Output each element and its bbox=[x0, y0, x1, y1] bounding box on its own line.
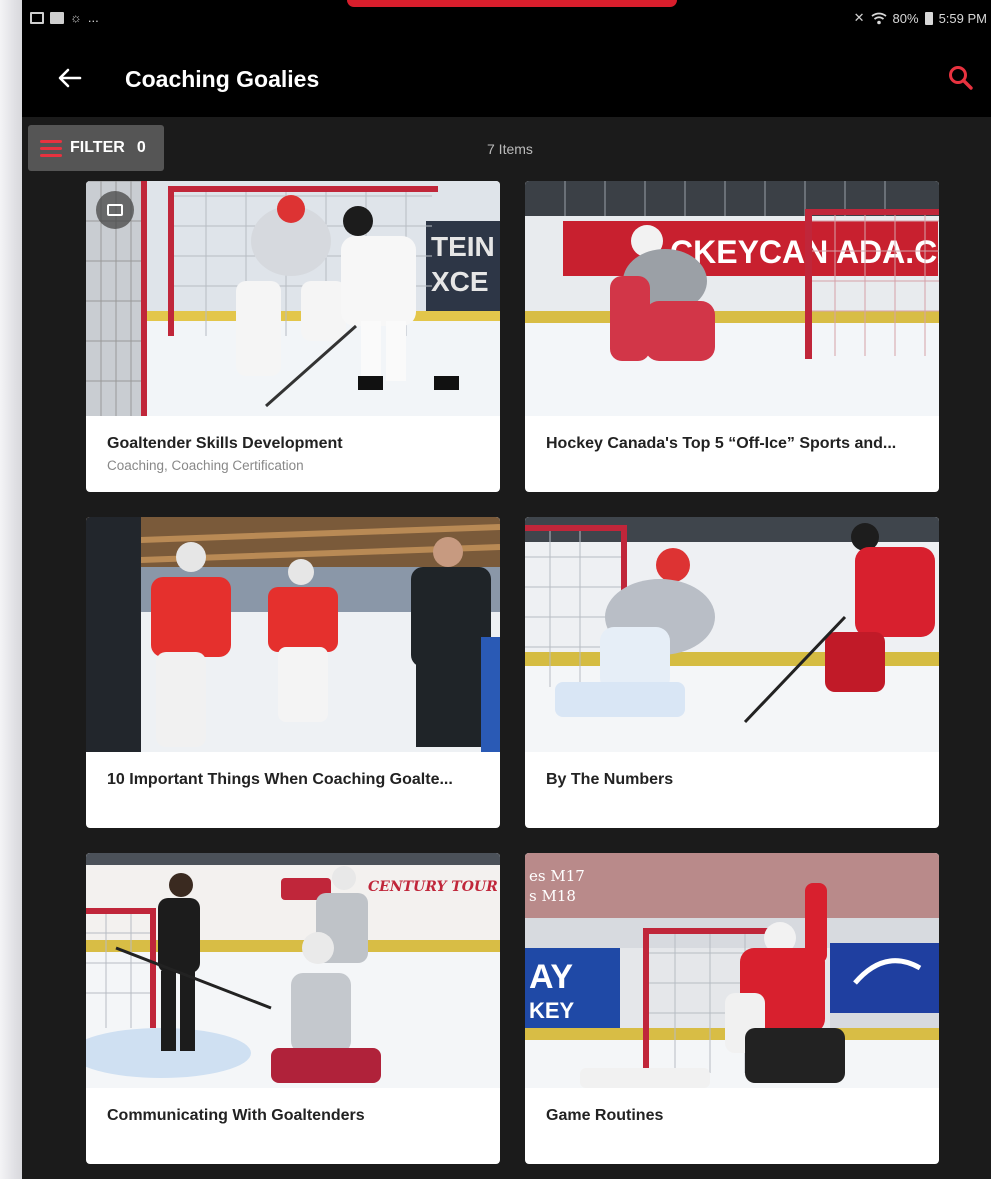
card-image: CENTURY TOUR bbox=[86, 853, 500, 1088]
status-more: ... bbox=[87, 10, 99, 25]
battery-percent: 80% bbox=[892, 10, 919, 26]
items-count: 7 Items bbox=[487, 141, 533, 157]
mute-icon: ✕ bbox=[853, 10, 865, 25]
gallery-badge-icon bbox=[96, 191, 134, 229]
filter-button[interactable]: FILTER 0 bbox=[28, 125, 164, 171]
filter-icon bbox=[40, 138, 62, 158]
content-card[interactable]: CENTURY TOUR Communicating With Goaltend… bbox=[86, 853, 500, 1164]
card-image: es M17 s M18 AY KEY bbox=[525, 853, 939, 1088]
picture-icon bbox=[50, 11, 64, 24]
status-time: 5:59 PM bbox=[938, 10, 987, 26]
status-left: ☼ ... bbox=[30, 10, 99, 25]
card-title: Goaltender Skills Development bbox=[107, 435, 343, 452]
card-image: CKEYCAN ADA.CA bbox=[525, 181, 939, 416]
card2-banner: CKEYCAN ADA.CA bbox=[670, 234, 939, 270]
card-title: Communicating With Goaltenders bbox=[107, 1107, 365, 1124]
card6-text-c: AY bbox=[529, 958, 573, 996]
content-card[interactable]: By The Numbers bbox=[525, 517, 939, 828]
device-bezel bbox=[0, 0, 22, 1179]
card-title: Game Routines bbox=[546, 1107, 664, 1124]
search-icon[interactable] bbox=[945, 62, 977, 94]
sun-icon: ☼ bbox=[70, 10, 82, 25]
status-right: ✕ 80% 5:59 PM bbox=[854, 10, 987, 26]
card6-text-b: s M18 bbox=[529, 887, 576, 905]
content-card[interactable]: es M17 s M18 AY KEY Game Routines bbox=[525, 853, 939, 1164]
card6-text-d: KEY bbox=[529, 998, 575, 1023]
app-bar: Coaching Goalies bbox=[22, 42, 991, 117]
filter-label: FILTER bbox=[70, 139, 125, 156]
page-title: Coaching Goalies bbox=[125, 66, 320, 92]
card-title: 10 Important Things When Coaching Goalte… bbox=[107, 771, 453, 788]
card-image bbox=[525, 517, 939, 752]
wifi-icon bbox=[871, 12, 887, 24]
card1-banner-b: XCE bbox=[431, 266, 489, 297]
card-image bbox=[86, 517, 500, 752]
card-title: Hockey Canada's Top 5 “Off-Ice” Sports a… bbox=[546, 435, 897, 452]
card1-banner-a: TEIN bbox=[431, 231, 495, 262]
content-card[interactable]: CKEYCAN ADA.CA Hockey Canada's Top 5 “Of… bbox=[525, 181, 939, 492]
status-bar: ☼ ... ✕ 80% 5:59 PM bbox=[22, 0, 991, 42]
card5-banner: CENTURY TOUR bbox=[368, 879, 498, 895]
filter-bar: FILTER 0 7 Items bbox=[22, 117, 991, 179]
content-area: FILTER 0 7 Items TEIN XCE Goaltender Ski… bbox=[22, 117, 991, 1179]
back-arrow-icon[interactable] bbox=[52, 60, 88, 96]
card-image: TEIN XCE bbox=[86, 181, 500, 416]
card-subtitle: Coaching, Coaching Certification bbox=[107, 458, 304, 473]
battery-icon bbox=[924, 11, 933, 25]
filter-count: 0 bbox=[136, 139, 146, 156]
content-card[interactable]: 10 Important Things When Coaching Goalte… bbox=[86, 517, 500, 828]
device-screen: ☼ ... ✕ 80% 5:59 PM Coaching Goalies FIL… bbox=[22, 0, 991, 1179]
card-title: By The Numbers bbox=[546, 771, 674, 788]
card6-text-a: es M17 bbox=[529, 867, 585, 885]
content-card[interactable]: TEIN XCE Goaltender Skills Development C… bbox=[86, 181, 500, 492]
gallery-icon bbox=[30, 11, 44, 24]
